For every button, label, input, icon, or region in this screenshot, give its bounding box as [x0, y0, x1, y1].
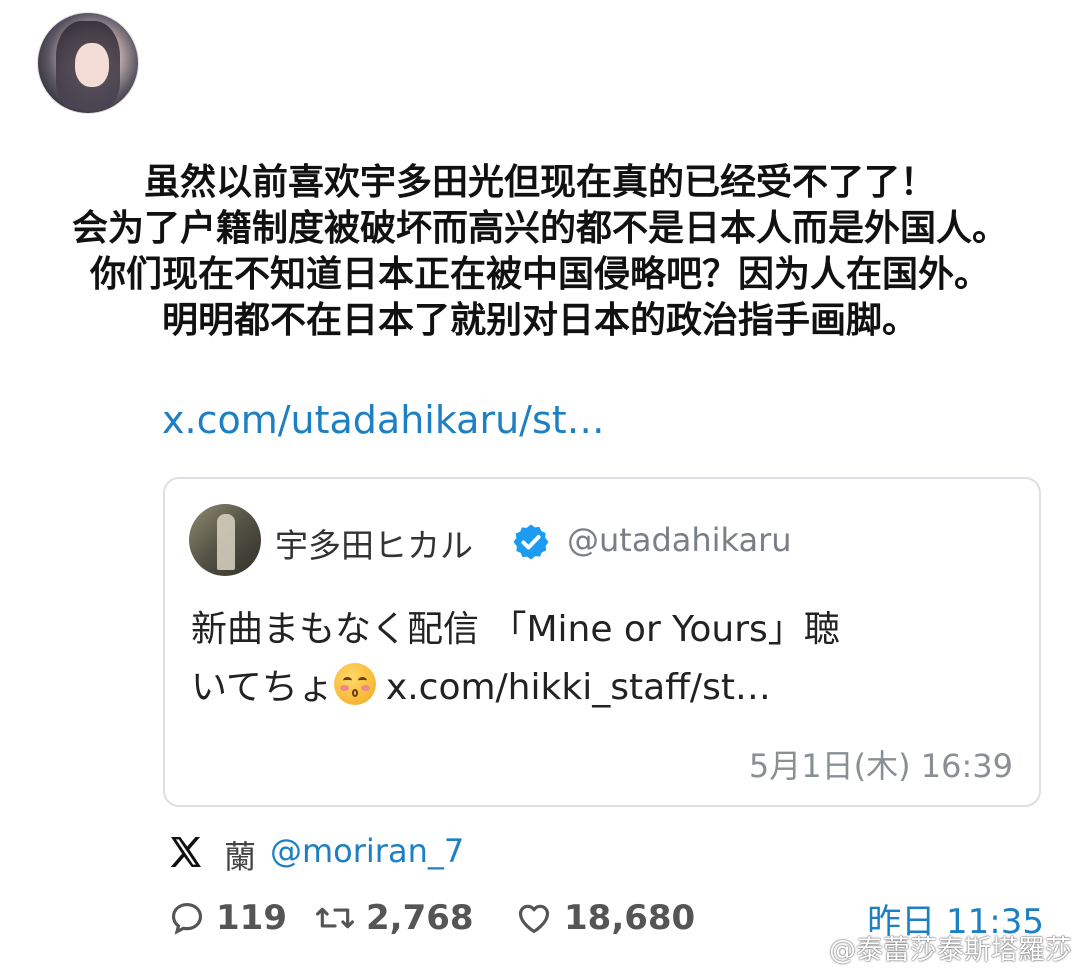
quoted-post-card[interactable]: 宇多田ヒカル @utadahikaru 新曲まもなく配信 「Mine or Yo…: [163, 477, 1041, 807]
avatar-face: [75, 43, 109, 87]
quoted-post-time[interactable]: 5月1日(木) 16:39: [749, 741, 1013, 787]
post-text-line: 会为了户籍制度被破坏而高兴的都不是日本人而是外国人。: [71, 208, 1008, 249]
reply-icon: [171, 902, 203, 935]
verified-badge-icon: [513, 524, 549, 560]
kissing-face-emoji-icon: [333, 663, 376, 705]
heart-icon: [518, 904, 550, 934]
quoted-author-handle[interactable]: @utadahikaru: [567, 521, 792, 559]
watermark-text: @泰蕾莎泰斯塔羅莎: [829, 935, 1072, 966]
author-handle[interactable]: @moriran_7: [270, 832, 464, 870]
like-count: 18,680: [564, 898, 696, 938]
repost-button[interactable]: 2,768: [314, 894, 474, 942]
quoted-post-body: 新曲まもなく配信 「Mine or Yours」聴 いてちょ x.com/hikk…: [191, 601, 1021, 717]
author-name[interactable]: 蘭: [224, 832, 256, 878]
like-button[interactable]: 18,680: [514, 894, 695, 942]
repost-icon: [316, 907, 354, 929]
reply-button[interactable]: 119: [168, 894, 287, 942]
quoted-body-line: いてちょ x.com/hikki_staff/st…: [191, 659, 1021, 717]
author-avatar[interactable]: [37, 12, 139, 114]
avatar-figure: [217, 514, 235, 570]
weibo-logo-icon: [794, 936, 821, 959]
post-link[interactable]: x.com/utadahikaru/st…: [162, 398, 605, 442]
reply-count: 119: [216, 898, 287, 938]
repost-count: 2,768: [366, 898, 474, 938]
quoted-body-line: 新曲まもなく配信 「Mine or Yours」聴: [191, 609, 840, 650]
watermark: @泰蕾莎泰斯塔羅莎: [793, 928, 1072, 967]
quoted-body-text: いてちょ: [191, 667, 334, 708]
quoted-author-name[interactable]: 宇多田ヒカル: [275, 519, 473, 567]
x-logo-icon: [170, 837, 201, 867]
post-text: 虽然以前喜欢宇多田光但现在真的已经受不了了！ 会为了户籍制度被破坏而高兴的都不是…: [0, 160, 1080, 344]
post-text-line: 虽然以前喜欢宇多田光但现在真的已经受不了了！: [143, 162, 936, 203]
post-text-line: 你们现在不知道日本正在被中国侵略吧？因为人在国外。: [89, 254, 990, 295]
quoted-post-link[interactable]: x.com/hikki_staff/st…: [386, 667, 771, 708]
post-text-line: 明明都不在日本了就别对日本的政治指手画脚。: [161, 300, 918, 341]
quoted-author-avatar[interactable]: [189, 504, 261, 576]
